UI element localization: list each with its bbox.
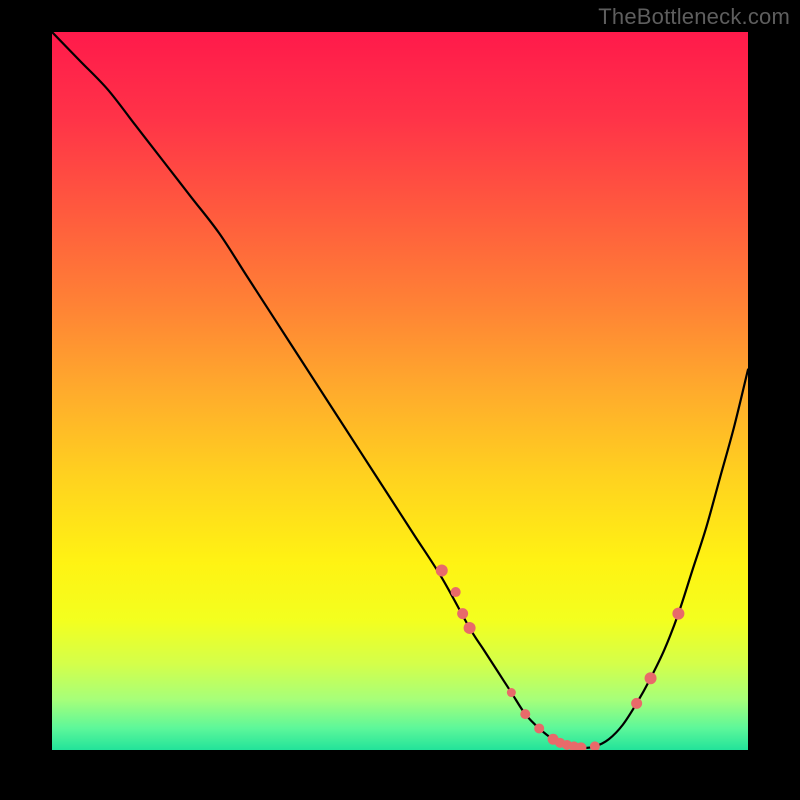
highlight-dot	[672, 608, 684, 620]
highlight-dot	[451, 587, 461, 597]
highlight-dot	[520, 709, 530, 719]
highlight-dot	[645, 672, 657, 684]
highlighted-points	[52, 32, 748, 750]
highlight-dot	[436, 565, 448, 577]
highlight-dot	[457, 608, 468, 619]
plot-area	[52, 32, 748, 750]
highlight-dot	[464, 622, 476, 634]
highlight-dot	[507, 688, 516, 697]
highlight-dot	[534, 723, 544, 733]
watermark-text: TheBottleneck.com	[598, 4, 790, 30]
highlight-dot	[631, 698, 642, 709]
chart-frame: TheBottleneck.com	[0, 0, 800, 800]
highlight-dot	[590, 741, 600, 750]
